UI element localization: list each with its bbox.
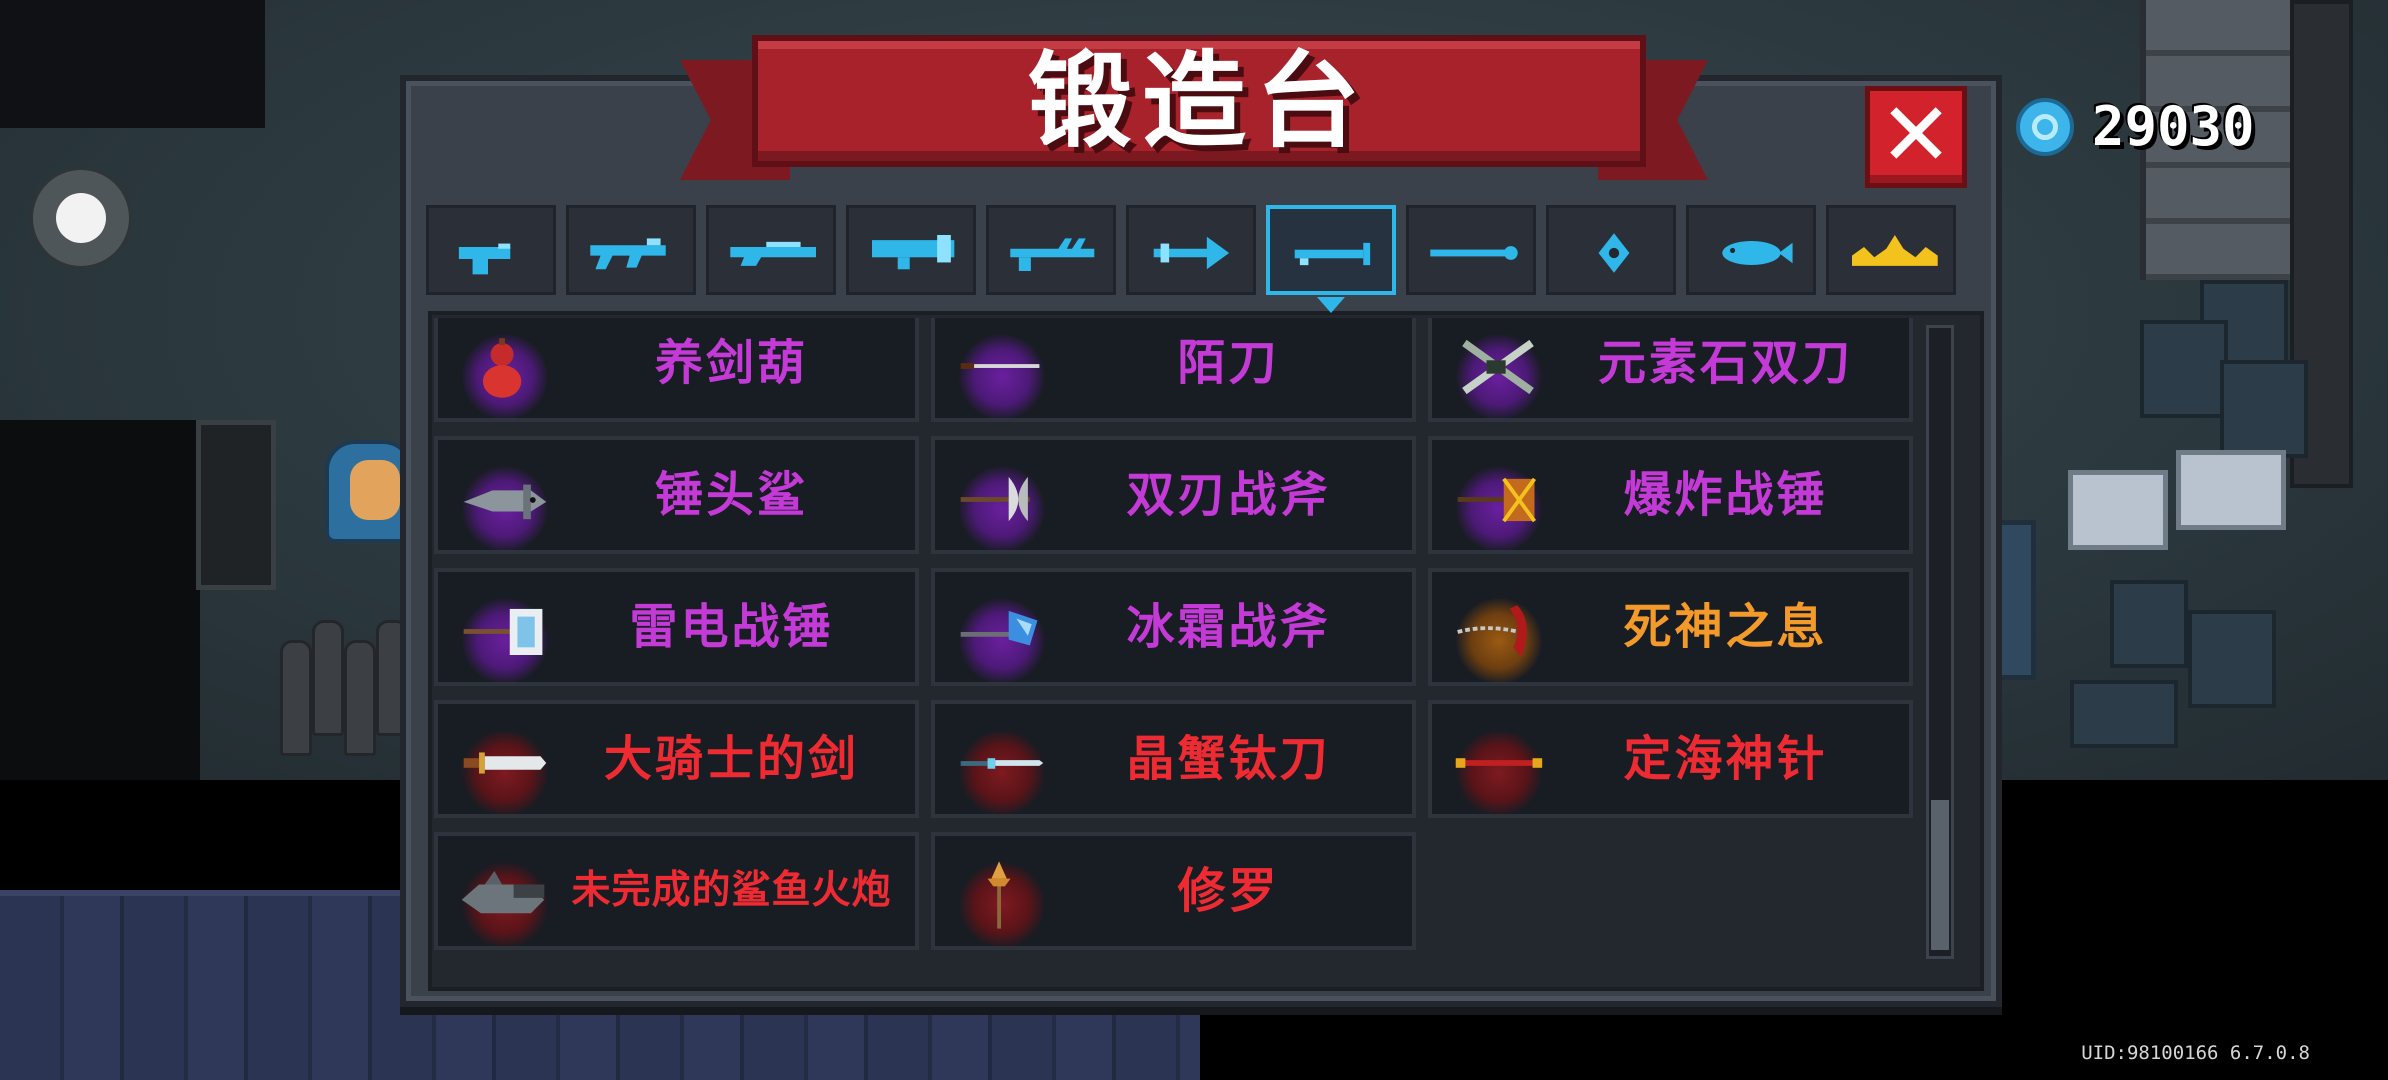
weapon-category-tabs — [426, 205, 1966, 313]
tab-bow[interactable] — [1126, 205, 1256, 295]
tab-shotgun[interactable] — [706, 205, 836, 295]
shark-cannon-icon — [461, 871, 545, 914]
weapon-card[interactable]: 爆炸战锤 — [1428, 436, 1913, 554]
machine-console — [2068, 470, 2168, 550]
gem-icon — [2016, 98, 2074, 156]
fish-icon — [1722, 241, 1793, 265]
pistol-icon — [458, 243, 511, 275]
bow-icon — [1153, 236, 1230, 270]
explosive-hammer-icon — [1457, 477, 1537, 523]
weapon-grid: 养剑葫 陌刀 元素石双刀锤头鲨 双刃战斧 爆炸战锤雷电战锤 冰霜战斧 死神之息大骑士的剑 晶蟹… — [434, 318, 1920, 958]
storage-crate — [2188, 610, 2276, 708]
storage-crate — [2140, 320, 2228, 418]
weapon-card[interactable]: 死神之息 — [1428, 568, 1913, 686]
thunder-hammer-icon — [463, 608, 543, 655]
scythe-icon — [1457, 605, 1527, 657]
storage-crate — [2070, 680, 2178, 748]
tab-special-crown[interactable] — [1826, 205, 1956, 295]
launcher-icon — [872, 235, 955, 270]
player-character-face — [350, 460, 400, 520]
gas-cylinder — [280, 640, 312, 756]
dark-wall-left — [0, 420, 200, 780]
crystal-crab-blade-icon — [960, 758, 1044, 769]
scrollbar-thumb[interactable] — [1931, 800, 1949, 950]
weapon-name: 大骑士的剑 — [603, 731, 859, 787]
weapon-card[interactable]: 大骑士的剑 — [434, 700, 919, 818]
weapon-name: 雷电战锤 — [629, 599, 834, 655]
weapon-card[interactable]: 修罗 — [931, 832, 1416, 950]
weapon-name: 修罗 — [1177, 863, 1280, 919]
close-icon[interactable]: ✕ — [1870, 91, 1962, 183]
weapon-card[interactable]: 锤头鲨 — [434, 436, 919, 554]
weapon-name: 未完成的鲨鱼火炮 — [571, 868, 892, 913]
doorway — [196, 420, 276, 590]
tab-fish[interactable] — [1686, 205, 1816, 295]
gas-cylinder — [344, 640, 376, 756]
weapon-card[interactable]: 晶蟹钛刀 — [931, 700, 1416, 818]
weapon-name: 晶蟹钛刀 — [1126, 731, 1331, 787]
weapon-card[interactable]: 未完成的鲨鱼火炮 — [434, 832, 919, 950]
dark-wall-top — [0, 0, 265, 128]
staff-icon — [1430, 246, 1518, 260]
laser-gun-icon — [1010, 238, 1095, 271]
joystick-knob[interactable] — [56, 193, 106, 243]
storage-crate — [2110, 580, 2188, 668]
gem-amount: 29030 — [2092, 95, 2255, 158]
halberd-icon — [987, 861, 1011, 929]
golden-staff-icon — [1455, 758, 1543, 768]
tab-assault-rifle[interactable] — [566, 205, 696, 295]
weapon-card[interactable]: 元素石双刀 — [1428, 318, 1913, 422]
weapon-card[interactable]: 定海神针 — [1428, 700, 1913, 818]
active-tab-indicator — [1317, 297, 1345, 313]
tab-pistol[interactable] — [426, 205, 556, 295]
virtual-joystick[interactable] — [30, 167, 132, 269]
tab-launcher[interactable] — [846, 205, 976, 295]
gourd-icon — [482, 338, 522, 398]
weapon-card[interactable]: 雷电战锤 — [434, 568, 919, 686]
title-banner: 锻造台 — [752, 35, 1646, 167]
weapon-name: 双刃战斧 — [1126, 467, 1331, 523]
frost-axe-icon — [960, 610, 1038, 646]
weapon-card[interactable]: 双刃战斧 — [931, 436, 1416, 554]
twin-blades-icon — [1462, 339, 1534, 395]
knight-sword-icon — [463, 752, 547, 774]
tab-throwable[interactable] — [1546, 205, 1676, 295]
game-scene: 锻造台 ✕ 29030 养剑葫 陌刀 元素石双刀锤头鲨 双刃战斧 爆炸战锤雷电战锤 冰霜战… — [0, 0, 2388, 1080]
machine-console — [2176, 450, 2286, 530]
tab-melee-sword[interactable] — [1266, 205, 1396, 313]
double-axe-icon — [960, 476, 1030, 522]
weapon-card[interactable]: 冰霜战斧 — [931, 568, 1416, 686]
weapon-name: 锤头鲨 — [654, 467, 808, 523]
shotgun-icon — [730, 241, 816, 266]
special-crown-icon — [1852, 235, 1938, 266]
close-button[interactable]: ✕ — [1865, 86, 1967, 188]
weapon-card[interactable]: 养剑葫 — [434, 318, 919, 422]
tab-laser-gun[interactable] — [986, 205, 1116, 295]
weapon-name: 定海神针 — [1623, 731, 1828, 787]
hammerhead-icon — [463, 484, 547, 520]
weapon-name: 养剑葫 — [654, 335, 808, 391]
weapon-name: 元素石双刀 — [1597, 335, 1853, 391]
page-title: 锻造台 — [1027, 40, 1370, 162]
melee-sword-icon — [1294, 242, 1371, 266]
assault-rifle-icon — [590, 238, 666, 270]
throwable-icon — [1598, 233, 1630, 273]
weapon-name: 陌刀 — [1177, 335, 1280, 391]
weapon-list-scrollbar[interactable] — [1926, 325, 1954, 959]
long-blade-icon — [960, 363, 1040, 369]
weapon-name: 冰霜战斧 — [1126, 599, 1331, 655]
weapon-name: 死神之息 — [1623, 599, 1828, 655]
uid-version-text: UID:98100166 6.7.0.8 — [2081, 1042, 2310, 1064]
weapon-card[interactable]: 陌刀 — [931, 318, 1416, 422]
tab-staff[interactable] — [1406, 205, 1536, 295]
storage-crate — [2220, 360, 2308, 458]
gas-cylinder — [312, 620, 344, 736]
weapon-name: 爆炸战锤 — [1623, 467, 1828, 523]
